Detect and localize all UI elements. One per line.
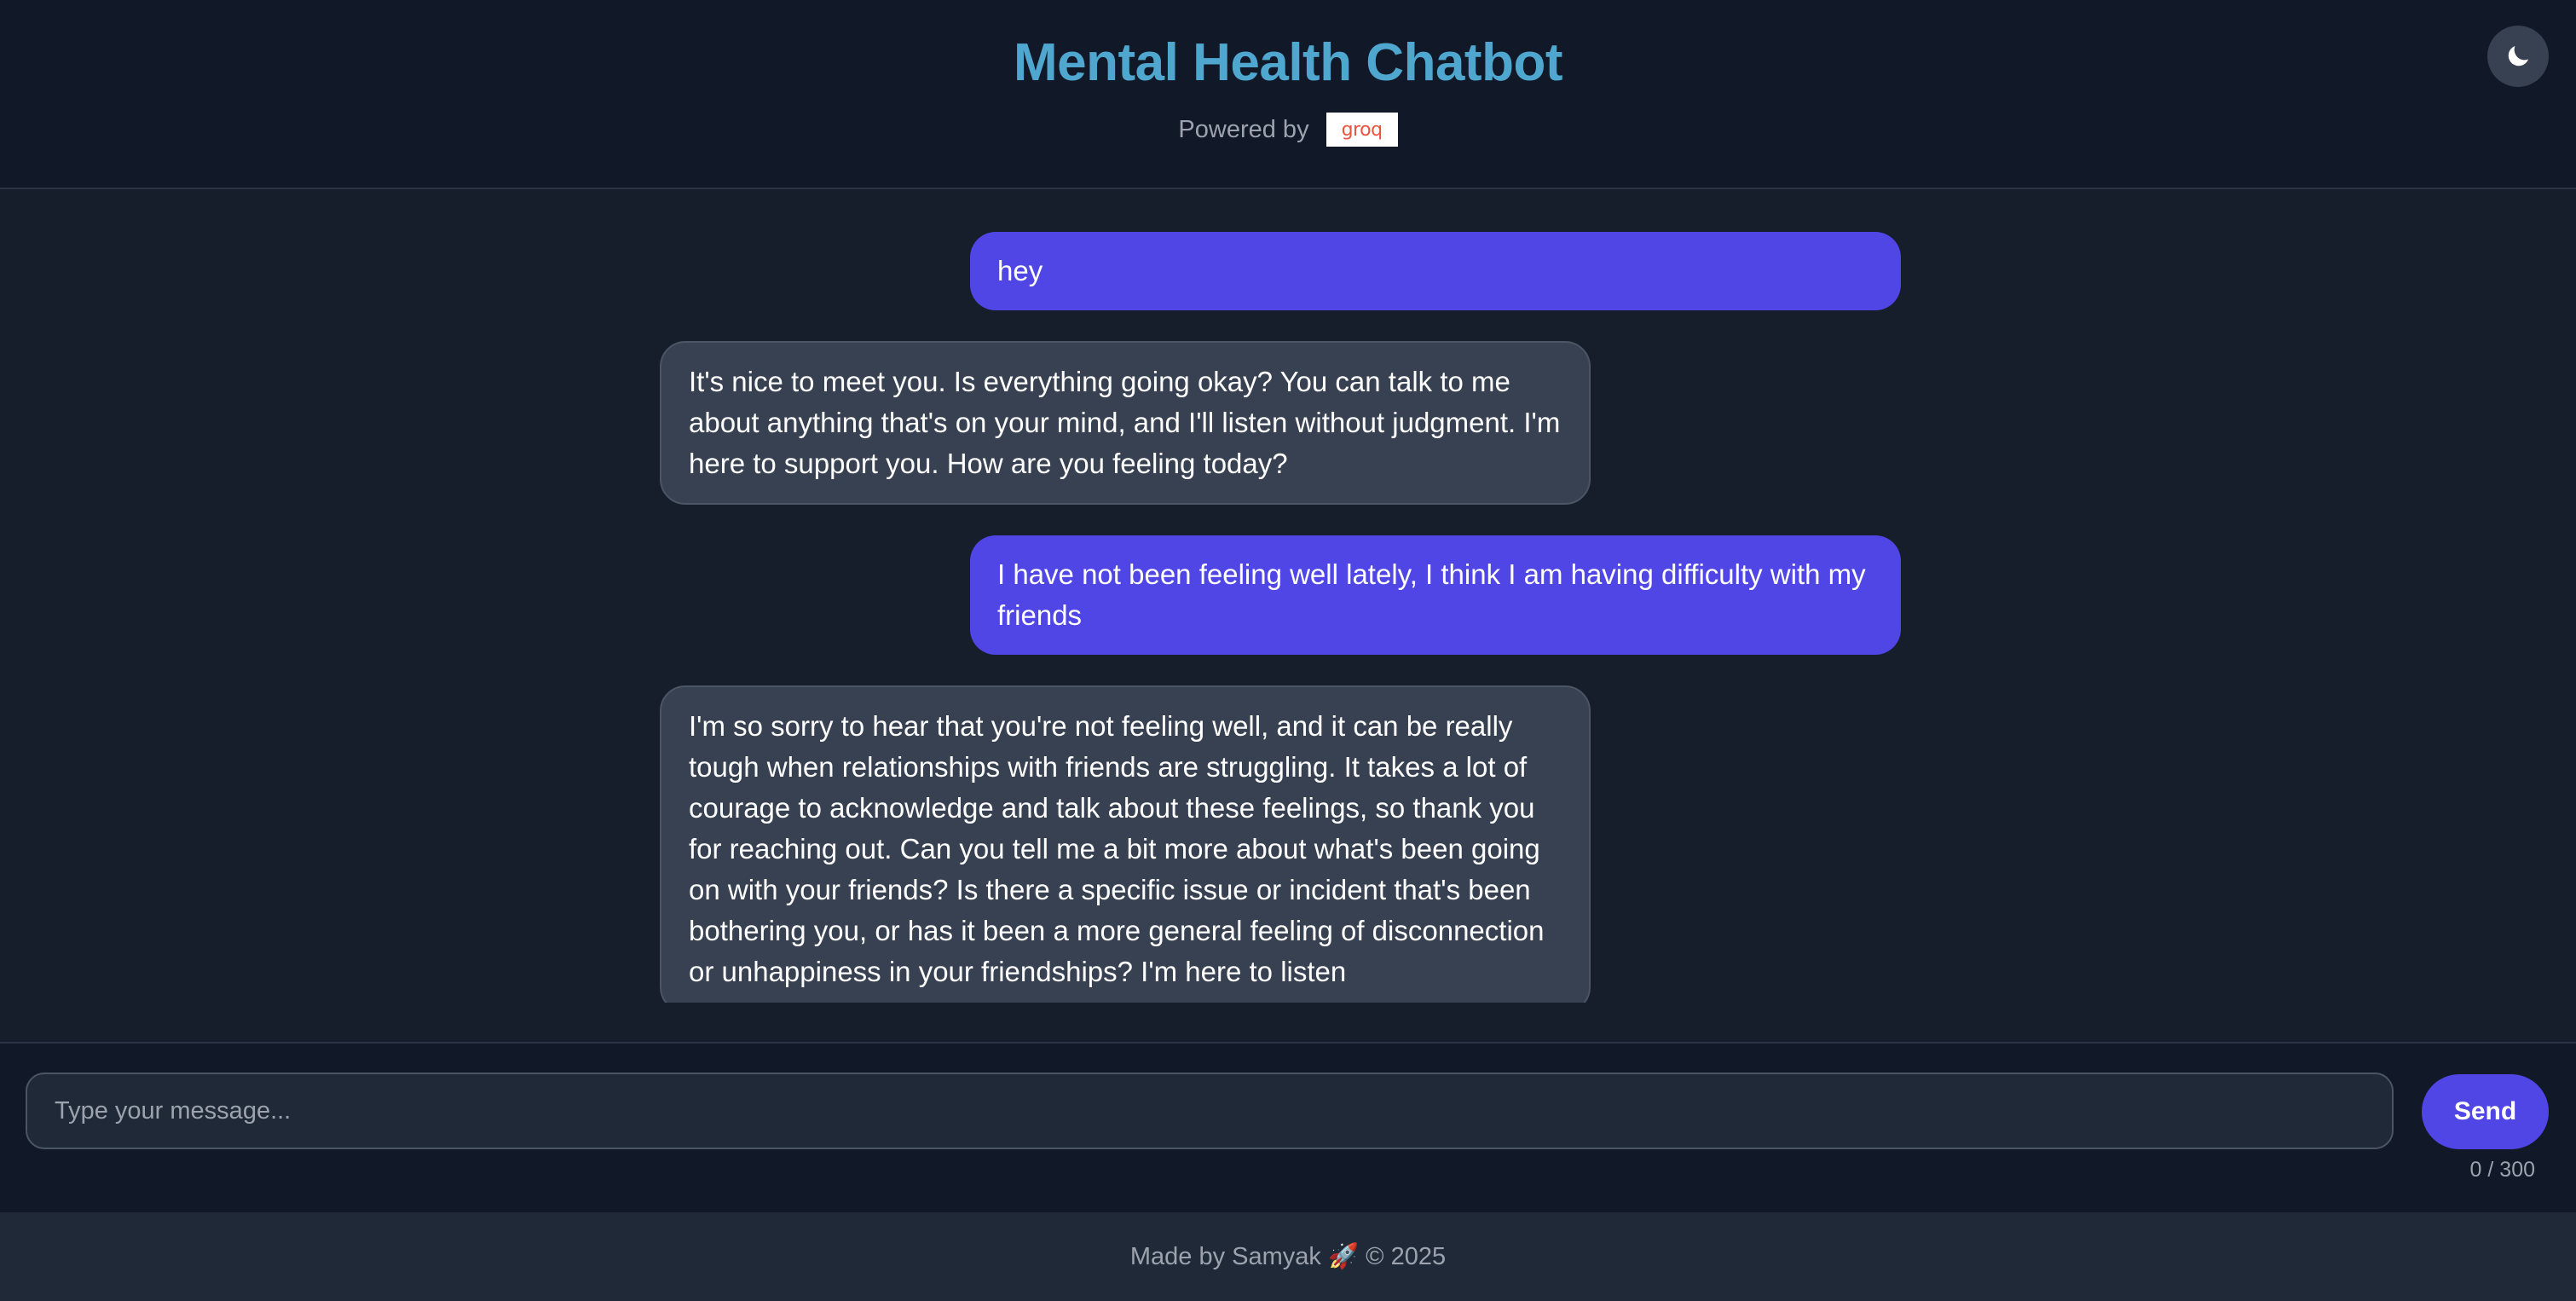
theme-toggle-button[interactable] <box>2487 26 2549 87</box>
bot-message: It's nice to meet you. Is everything goi… <box>660 341 1591 505</box>
message-list: hey It's nice to meet you. Is everything… <box>0 189 2576 1003</box>
message-input[interactable] <box>26 1073 2394 1149</box>
footer: Made by Samyak 🚀 © 2025 <box>0 1212 2576 1301</box>
app-header: Mental Health Chatbot Powered by groq <box>0 0 2576 189</box>
groq-logo: groq <box>1326 113 1398 147</box>
user-message: I have not been feeling well lately, I t… <box>970 535 1901 655</box>
powered-by-label: Powered by <box>1178 115 1309 143</box>
char-counter: 0 / 300 <box>2469 1158 2535 1182</box>
powered-by: Powered by groq <box>0 113 2576 147</box>
page-title: Mental Health Chatbot <box>1014 33 1562 92</box>
composer: Send 0 / 300 <box>0 1044 2576 1212</box>
chat-messages[interactable]: hey It's nice to meet you. Is everything… <box>0 189 2576 1044</box>
moon-icon <box>2508 45 2529 66</box>
send-button[interactable]: Send <box>2422 1074 2549 1149</box>
footer-text: Made by Samyak 🚀 © 2025 <box>1129 1243 1447 1270</box>
bot-message: I'm so sorry to hear that you're not fee… <box>660 685 1591 1003</box>
user-message: hey <box>970 232 1901 310</box>
